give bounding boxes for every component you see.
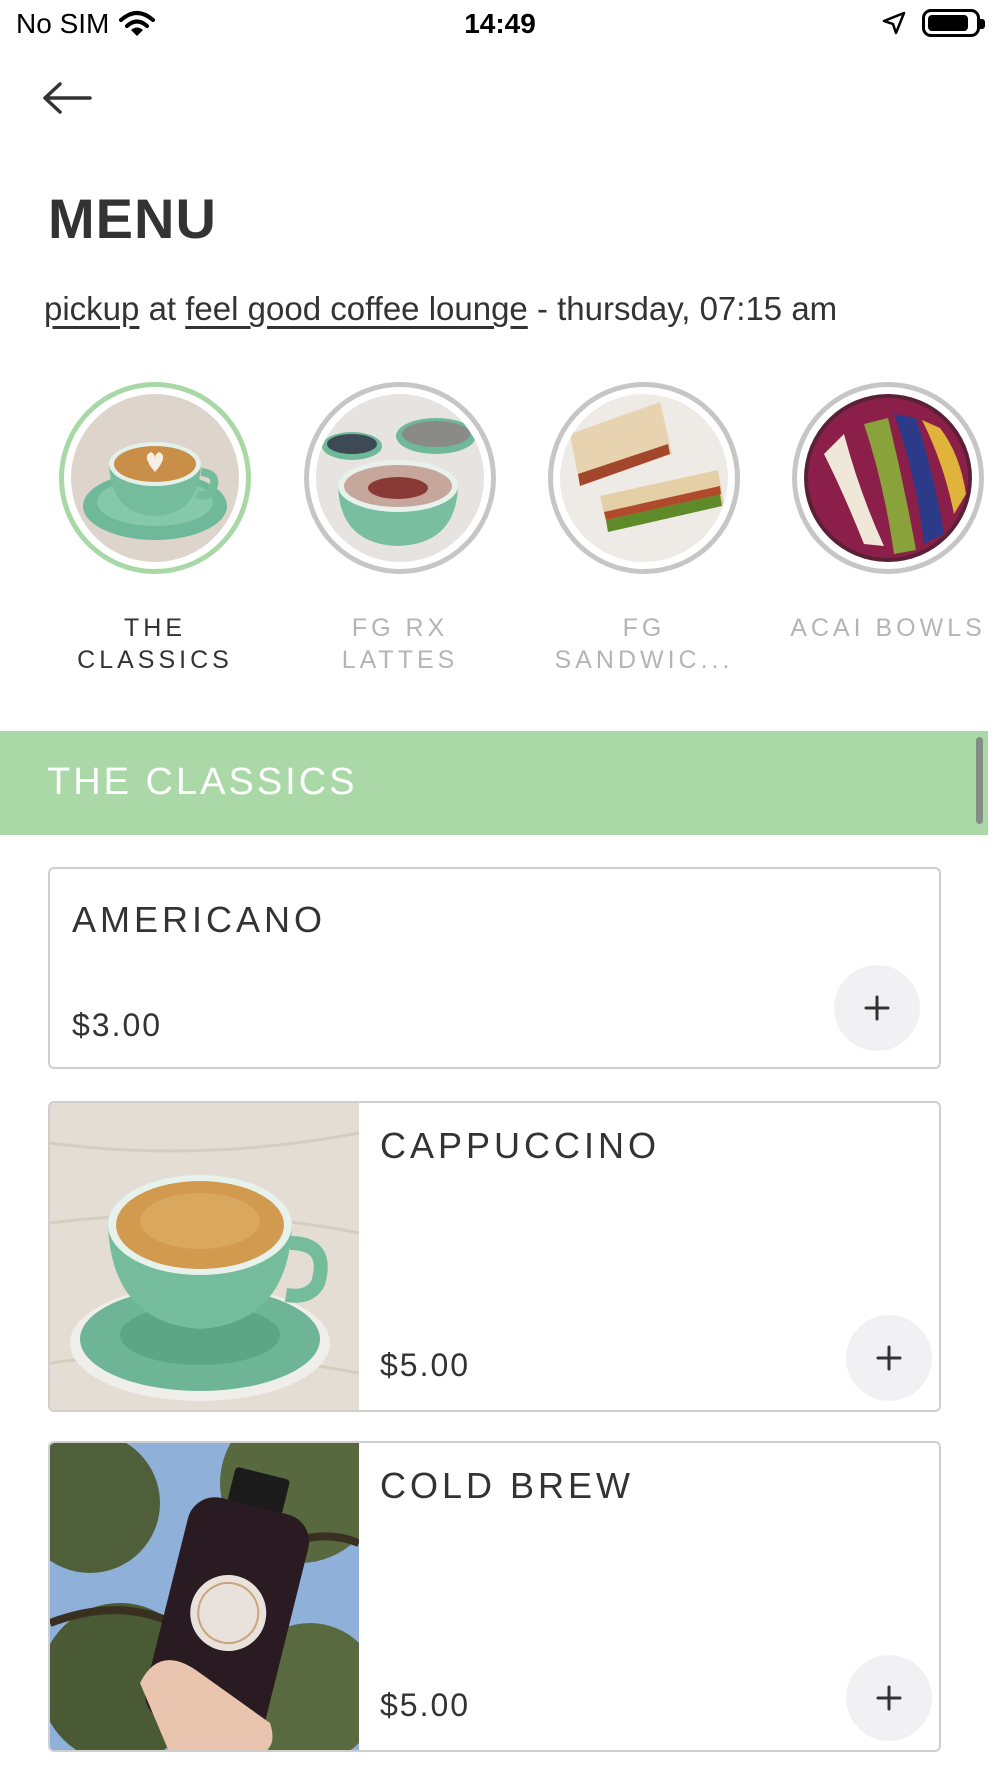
category-image-sandwiches xyxy=(560,394,728,562)
category-label: FG SANDWIC... xyxy=(554,614,734,674)
order-connector: at xyxy=(148,290,177,327)
order-mode-link[interactable]: pickup xyxy=(44,290,139,327)
status-bar: No SIM 14:49 xyxy=(0,0,1000,50)
add-to-cart-button[interactable] xyxy=(834,965,920,1051)
plus-icon xyxy=(876,1685,902,1711)
order-schedule: - thursday, 07:15 am xyxy=(536,290,838,327)
menu-item-cold-brew[interactable]: COLD BREW $5.00 xyxy=(48,1441,941,1752)
category-image-classics xyxy=(71,394,239,562)
menu-item-cappuccino[interactable]: CAPPUCCINO $5.00 xyxy=(48,1101,941,1412)
item-name: CAPPUCCINO xyxy=(380,1125,661,1166)
item-price: $3.00 xyxy=(72,1007,163,1043)
back-button[interactable] xyxy=(40,78,100,122)
section-title: THE CLASSICS xyxy=(47,761,358,803)
section-header: THE CLASSICS xyxy=(0,731,988,835)
store-location-link[interactable]: feel good coffee lounge xyxy=(185,290,528,327)
category-label: ACAI BOWLS xyxy=(790,614,986,642)
category-fg-sandwiches[interactable]: FG SANDWIC... xyxy=(534,382,754,676)
location-arrow-icon xyxy=(882,11,906,35)
item-price: $5.00 xyxy=(380,1347,471,1383)
category-label: FG RX LATTES xyxy=(341,614,459,674)
item-image-cold-brew xyxy=(50,1443,359,1750)
scrollbar[interactable] xyxy=(976,737,983,824)
category-acai-bowls[interactable]: ACAI BOWLS xyxy=(778,382,998,644)
item-name: COLD BREW xyxy=(380,1465,635,1506)
category-carousel: THE CLASSICS FG RX LATTES FG SANDWIC... … xyxy=(0,382,1000,682)
category-the-classics[interactable]: THE CLASSICS xyxy=(45,382,265,676)
status-right xyxy=(882,9,985,37)
category-image-lattes xyxy=(316,394,484,562)
add-to-cart-button[interactable] xyxy=(846,1315,932,1401)
add-to-cart-button[interactable] xyxy=(846,1655,932,1741)
item-name: AMERICANO xyxy=(72,899,327,940)
arrow-left-icon xyxy=(43,82,92,114)
order-info: pickup at feel good coffee lounge - thur… xyxy=(44,290,837,328)
plus-icon xyxy=(864,995,890,1021)
plus-icon xyxy=(876,1345,902,1371)
item-image-cappuccino xyxy=(50,1103,359,1410)
category-fg-rx-lattes[interactable]: FG RX LATTES xyxy=(290,382,510,676)
item-price: $5.00 xyxy=(380,1687,471,1723)
menu-item-americano[interactable]: AMERICANO $3.00 xyxy=(48,867,941,1069)
status-time: 14:49 xyxy=(464,8,536,39)
battery-icon xyxy=(922,9,985,37)
category-image-acai xyxy=(804,394,972,562)
page-title: MENU xyxy=(48,187,217,250)
category-label: THE CLASSICS xyxy=(77,614,233,674)
